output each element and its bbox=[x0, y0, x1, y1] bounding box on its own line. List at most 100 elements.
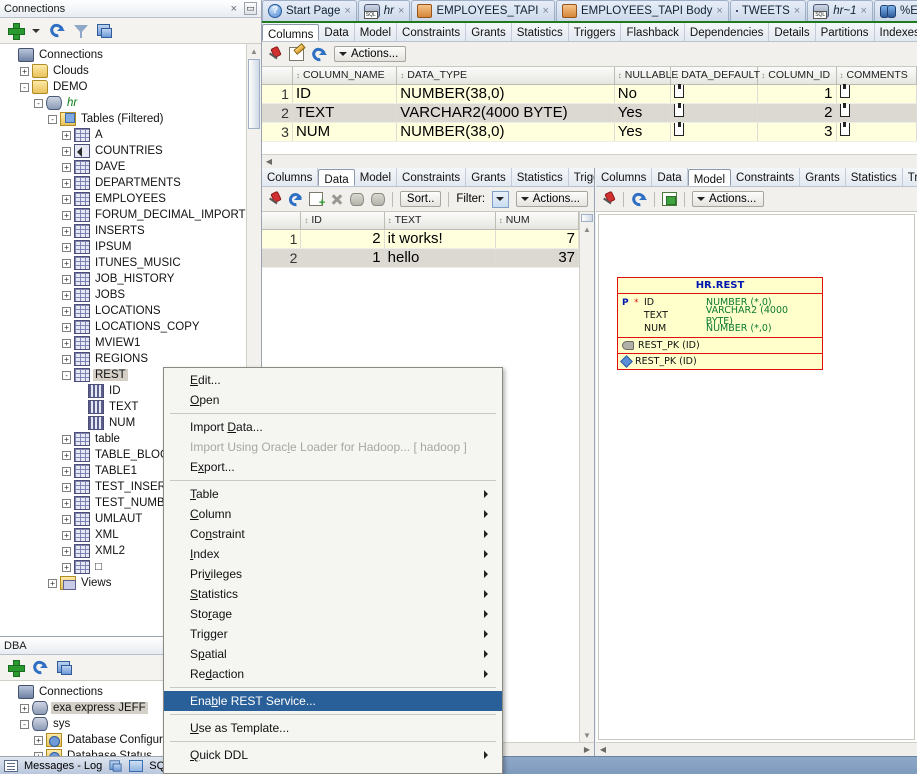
rollback-icon[interactable] bbox=[371, 192, 385, 206]
close-icon[interactable]: × bbox=[861, 5, 867, 17]
scrollbar-thumb[interactable] bbox=[248, 59, 260, 129]
refresh-icon[interactable] bbox=[288, 192, 303, 207]
tree-item-job-history[interactable]: + JOB_HISTORY bbox=[2, 271, 261, 287]
tree-item-mview1[interactable]: + MVIEW1 bbox=[2, 335, 261, 351]
messages-log-label[interactable]: Messages - Log bbox=[24, 760, 102, 772]
lov-editor-icon[interactable] bbox=[674, 103, 685, 117]
tree-item-connections[interactable]: Connections bbox=[2, 47, 261, 63]
menu-item-table[interactable]: Table bbox=[164, 484, 502, 504]
table-row[interactable]: 3 NUM NUMBER(38,0) Yes 3 bbox=[262, 122, 917, 142]
expand-toggle-icon[interactable]: + bbox=[62, 146, 71, 156]
lov-editor-icon[interactable] bbox=[674, 122, 685, 136]
cell-data_default[interactable] bbox=[670, 84, 759, 104]
tree-item-inserts[interactable]: + INSERTS bbox=[2, 223, 261, 239]
menu-item-open[interactable]: Open bbox=[164, 390, 502, 410]
diagram-layout-icon[interactable] bbox=[662, 192, 677, 206]
subtab-constraints[interactable]: Constraints bbox=[397, 23, 467, 41]
pin-icon[interactable] bbox=[268, 47, 282, 61]
cell-id[interactable]: 2 bbox=[300, 229, 385, 249]
tree-item-countries[interactable]: + COUNTRIES bbox=[2, 143, 261, 159]
expand-toggle-icon[interactable]: + bbox=[62, 514, 71, 524]
subtab-model[interactable]: Model bbox=[355, 23, 398, 41]
data-editor-tabs[interactable]: Columns Data Model Constraints Grants Statist… bbox=[262, 168, 594, 187]
insert-row-icon[interactable] bbox=[309, 192, 325, 209]
menu-item-column[interactable]: Column bbox=[164, 504, 502, 524]
columns-horizontal-scrollbar[interactable]: ◀ bbox=[262, 154, 917, 168]
lov-editor-icon[interactable] bbox=[839, 84, 850, 98]
scroll-down-icon[interactable]: ▼ bbox=[580, 728, 594, 742]
menu-item-trigger[interactable]: Trigger bbox=[164, 624, 502, 644]
cell-text[interactable]: hello bbox=[384, 248, 496, 268]
edit-icon[interactable] bbox=[289, 47, 304, 61]
collapse-toggle-icon[interactable]: - bbox=[20, 82, 29, 92]
table-row[interactable]: 2 1 hello 37 bbox=[262, 248, 579, 268]
entity-index-section[interactable]: REST_PK (ID) bbox=[618, 354, 822, 369]
expand-toggle-icon[interactable]: + bbox=[62, 226, 71, 236]
expand-toggle-icon[interactable]: + bbox=[62, 338, 71, 348]
minimize-icon[interactable]: ▭ bbox=[244, 2, 257, 15]
sql-history-icon[interactable] bbox=[129, 759, 144, 772]
cell-data_type[interactable]: NUMBER(38,0) bbox=[396, 122, 615, 142]
subtab-data[interactable]: Data bbox=[652, 168, 688, 186]
lov-editor-icon[interactable] bbox=[839, 122, 850, 136]
subtab-details[interactable]: Details bbox=[769, 23, 816, 41]
tree-item-itunes-music[interactable]: + ITUNES_MUSIC bbox=[2, 255, 261, 271]
expand-toggle-icon[interactable]: + bbox=[62, 466, 71, 476]
menu-item-export[interactable]: Export... bbox=[164, 457, 502, 477]
expand-toggle-icon[interactable]: + bbox=[20, 66, 29, 76]
tree-item-regions[interactable]: + REGIONS bbox=[2, 351, 261, 367]
tree-item-demo[interactable]: - DEMO bbox=[2, 79, 261, 95]
tree-item-ipsum[interactable]: + IPSUM bbox=[2, 239, 261, 255]
table-context-menu[interactable]: Edit... Open Import Data... Import Using Or… bbox=[163, 367, 503, 774]
expand-toggle-icon[interactable]: + bbox=[48, 578, 57, 588]
menu-item-storage[interactable]: Storage bbox=[164, 604, 502, 624]
subtab-constraints[interactable]: Constraints bbox=[731, 168, 801, 186]
lov-editor-icon[interactable] bbox=[674, 84, 685, 98]
columns-grid[interactable]: ↕ COLUMN_NAME ↕ DATA_TYPE ↕ NULLABLE ↕ DATA_DEF… bbox=[262, 67, 917, 154]
cell-nullable[interactable]: Yes bbox=[614, 122, 672, 142]
tree-item-employees[interactable]: + EMPLOYEES bbox=[2, 191, 261, 207]
refresh-icon[interactable] bbox=[49, 23, 65, 38]
subtab-grants[interactable]: Grants bbox=[800, 168, 846, 186]
pin-icon[interactable] bbox=[268, 192, 281, 206]
tree-item-locations[interactable]: + LOCATIONS bbox=[2, 303, 261, 319]
expand-toggle-icon[interactable]: + bbox=[62, 450, 71, 460]
subtab-partitions[interactable]: Partitions bbox=[816, 23, 875, 41]
tree-item-a[interactable]: + A bbox=[2, 127, 261, 143]
subtab-grants[interactable]: Grants bbox=[466, 168, 512, 186]
cell-column_id[interactable]: 1 bbox=[757, 84, 837, 104]
expand-toggle-icon[interactable]: + bbox=[62, 258, 71, 268]
column-header-column_name[interactable]: ↕ COLUMN_NAME bbox=[292, 67, 398, 85]
collapse-toggle-icon[interactable]: - bbox=[20, 719, 29, 729]
column-header-column_id[interactable]: ↕ COLUMN_ID bbox=[757, 67, 837, 85]
subtab-statistics[interactable]: Statistics bbox=[512, 168, 569, 186]
scroll-up-icon[interactable]: ▲ bbox=[247, 44, 261, 58]
filter-icon[interactable] bbox=[74, 24, 88, 38]
subtab-model[interactable]: Model bbox=[355, 168, 398, 186]
expand-toggle-icon[interactable]: + bbox=[20, 703, 29, 713]
cell-text[interactable]: it works! bbox=[384, 229, 496, 249]
column-header-comments[interactable]: ↕ COMMENTS bbox=[836, 67, 917, 85]
refresh-icon[interactable] bbox=[311, 47, 327, 62]
subtab-flashback[interactable]: Flashback bbox=[621, 23, 685, 41]
entity-key-section[interactable]: REST_PK (ID) bbox=[618, 338, 822, 354]
expand-toggle-icon[interactable]: + bbox=[62, 306, 71, 316]
menu-item-constraint[interactable]: Constraint bbox=[164, 524, 502, 544]
expand-toggle-icon[interactable]: + bbox=[62, 194, 71, 204]
subtab-columns[interactable]: Columns bbox=[596, 168, 653, 186]
column-header-id[interactable]: ↕ ID bbox=[300, 212, 385, 230]
cell-comments[interactable] bbox=[836, 122, 917, 142]
cell-data_type[interactable]: NUMBER(38,0) bbox=[396, 84, 615, 104]
refresh-icon[interactable] bbox=[32, 660, 48, 675]
close-icon[interactable]: × bbox=[227, 3, 241, 15]
delete-row-icon[interactable] bbox=[330, 192, 343, 206]
collapse-toggle-icon[interactable]: - bbox=[62, 370, 71, 380]
subtab-statistics[interactable]: Statistics bbox=[846, 168, 903, 186]
menu-item-enable-rest-service[interactable]: Enable REST Service... bbox=[164, 691, 502, 711]
tree-item-clouds[interactable]: + Clouds bbox=[2, 63, 261, 79]
column-header-text[interactable]: ↕ TEXT bbox=[384, 212, 496, 230]
data-vertical-scrollbar[interactable]: ▲ ▼ bbox=[579, 212, 594, 742]
menu-item-privileges[interactable]: Privileges bbox=[164, 564, 502, 584]
cell-column_id[interactable]: 2 bbox=[757, 103, 837, 123]
lov-editor-icon[interactable] bbox=[839, 103, 850, 117]
